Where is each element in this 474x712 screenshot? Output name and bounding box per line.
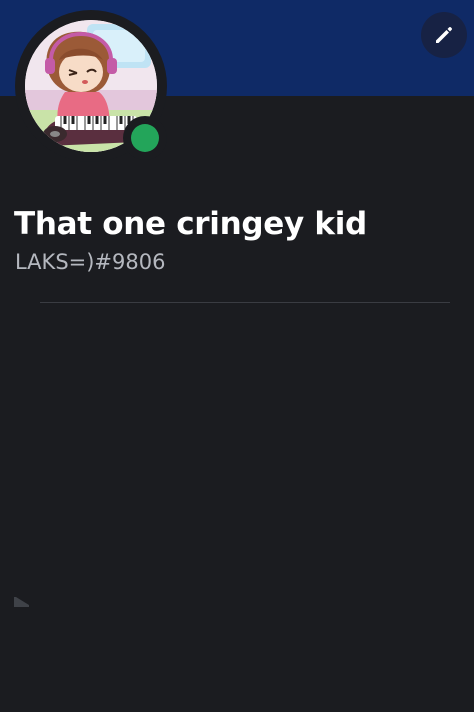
display-name: That one cringey kid bbox=[14, 206, 367, 242]
username-tag[interactable]: LAKS=)#9806 bbox=[15, 250, 165, 274]
divider bbox=[40, 302, 450, 303]
edit-profile-button[interactable] bbox=[421, 12, 467, 58]
status-indicator bbox=[123, 116, 167, 160]
pencil-icon bbox=[436, 27, 452, 43]
online-status-dot bbox=[131, 124, 159, 152]
corner-arrow-icon bbox=[14, 597, 29, 607]
avatar-container[interactable] bbox=[15, 10, 167, 162]
